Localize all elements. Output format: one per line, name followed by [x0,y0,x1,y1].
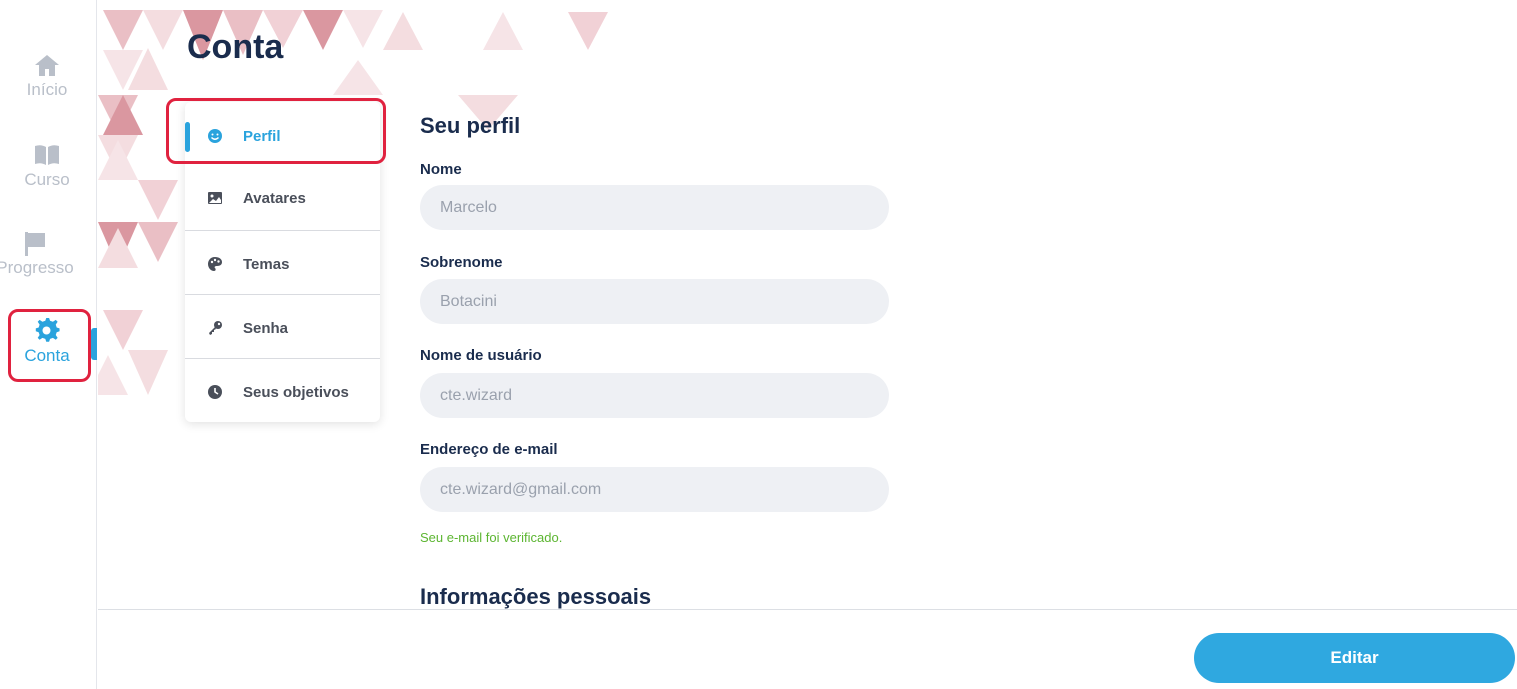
field-label-sobrenome: Sobrenome [420,254,503,271]
clock-icon [208,385,222,399]
key-icon [209,321,222,335]
page-title: Conta [187,28,284,66]
gear-icon [35,318,60,342]
menu-item-temas[interactable]: Temas [185,232,380,296]
menu-divider [185,358,380,359]
email-verified-status: Seu e-mail foi verificado. [420,530,563,545]
smiley-icon [208,129,222,143]
nav-item-label: Progresso [0,258,74,277]
book-icon [35,145,59,165]
nav-item-label: Curso [24,170,70,189]
menu-item-label: Avatares [243,189,306,207]
menu-divider [185,294,380,295]
nome-field[interactable]: Marcelo [420,185,889,230]
menu-item-label: Perfil [243,127,281,145]
main-nav-rail: Início Curso Progresso Conta [0,0,97,689]
menu-item-senha[interactable]: Senha [185,296,380,360]
active-indicator [91,328,97,360]
field-label-nome: Nome [420,161,462,178]
image-icon [208,192,222,204]
nav-item-label: Início [26,80,68,99]
account-menu: Perfil Avatares Temas Senha Seus objetiv… [185,102,380,422]
sobrenome-field[interactable]: Botacini [420,279,889,324]
palette-icon [208,257,222,271]
nav-item-label: Conta [24,346,70,365]
home-icon [35,55,59,76]
field-label-email: Endereço de e-mail [420,441,558,458]
menu-item-avatares[interactable]: Avatares [185,166,380,230]
nav-item-curso[interactable]: Curso [2,142,92,190]
menu-item-perfil[interactable]: Perfil [185,104,380,168]
menu-item-label: Temas [243,255,290,273]
flag-icon [25,232,45,256]
menu-item-label: Senha [243,319,289,337]
menu-divider [185,230,380,231]
nav-item-conta[interactable]: Conta [2,318,92,366]
edit-button[interactable]: Editar [1194,633,1515,683]
menu-item-seus-objetivos[interactable]: Seus objetivos [185,360,380,424]
email-field[interactable]: cte.wizard@gmail.com [420,467,889,512]
footer-divider [98,609,1517,610]
section-title-seu-perfil: Seu perfil [420,113,521,138]
menu-item-label: Seus objetivos [243,383,349,401]
field-label-nome-de-usuario: Nome de usuário [420,347,542,364]
nav-item-inicio[interactable]: Início [2,52,92,100]
username-field[interactable]: cte.wizard [420,373,889,418]
section-title-informacoes-pessoais: Informações pessoais [420,584,652,609]
nav-item-progresso[interactable]: Progresso [0,230,80,278]
